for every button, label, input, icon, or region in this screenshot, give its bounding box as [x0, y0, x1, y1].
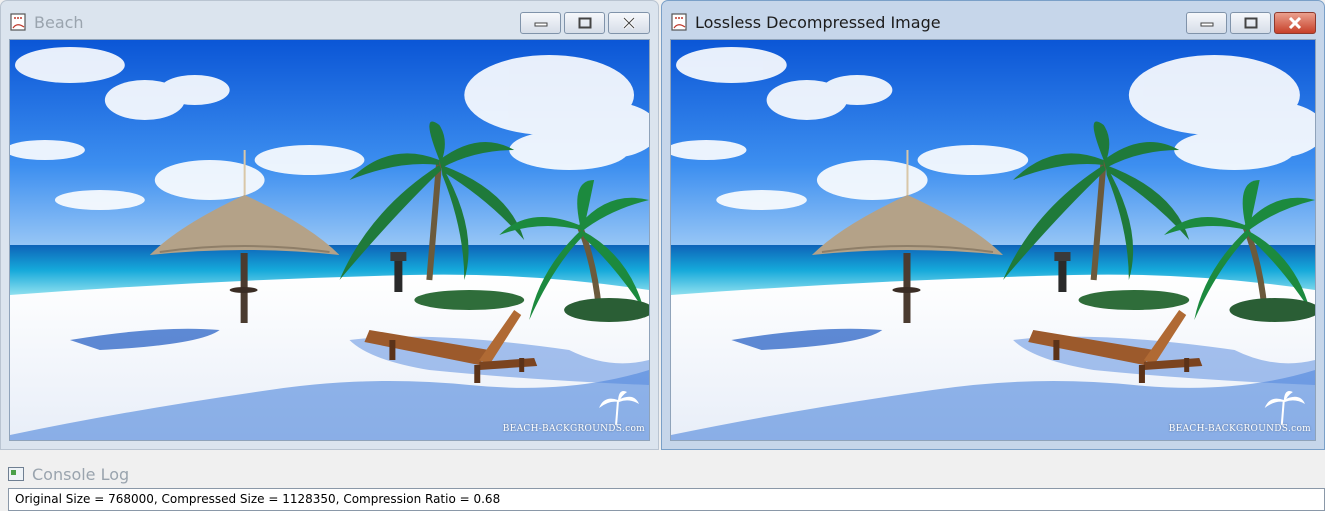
console-title: Console Log [32, 464, 130, 484]
maximize-icon [578, 17, 591, 29]
decompressed-window: Lossless Decompressed Image BEACH-BACKGR… [661, 0, 1325, 450]
title-bar[interactable]: Lossless Decompressed Image [662, 1, 1324, 39]
console-output[interactable]: Original Size = 768000, Compressed Size … [8, 488, 1325, 511]
close-button[interactable] [1274, 12, 1316, 34]
maximize-button[interactable] [564, 12, 605, 34]
image-watermark: BEACH-BACKGROUNDS.com [1168, 424, 1311, 434]
image-document-icon [671, 13, 687, 31]
close-icon [1288, 17, 1302, 29]
window-title: Beach [34, 13, 84, 32]
console-log-line: Original Size = 768000, Compressed Size … [15, 492, 501, 506]
beach-image [10, 40, 649, 440]
minimize-icon [1200, 22, 1213, 27]
maximize-icon [1244, 17, 1257, 29]
decompressed-beach-image [671, 40, 1315, 440]
minimize-button[interactable] [520, 12, 561, 34]
close-button[interactable] [608, 12, 650, 34]
window-title: Lossless Decompressed Image [695, 13, 941, 32]
console-log-panel: Console Log Original Size = 768000, Comp… [0, 460, 1325, 511]
beach-window: Beach BEACH-BACKGROUNDS.com [0, 0, 659, 450]
maximize-button[interactable] [1230, 12, 1271, 34]
title-bar[interactable]: Beach [1, 1, 658, 39]
image-canvas: BEACH-BACKGROUNDS.com [670, 39, 1316, 441]
console-header[interactable]: Console Log [8, 464, 129, 484]
close-icon [622, 17, 636, 29]
image-document-icon [10, 13, 26, 31]
minimize-icon [534, 22, 547, 27]
image-canvas: BEACH-BACKGROUNDS.com [9, 39, 650, 441]
image-watermark: BEACH-BACKGROUNDS.com [502, 424, 645, 434]
console-window-icon [8, 467, 24, 481]
minimize-button[interactable] [1186, 12, 1227, 34]
